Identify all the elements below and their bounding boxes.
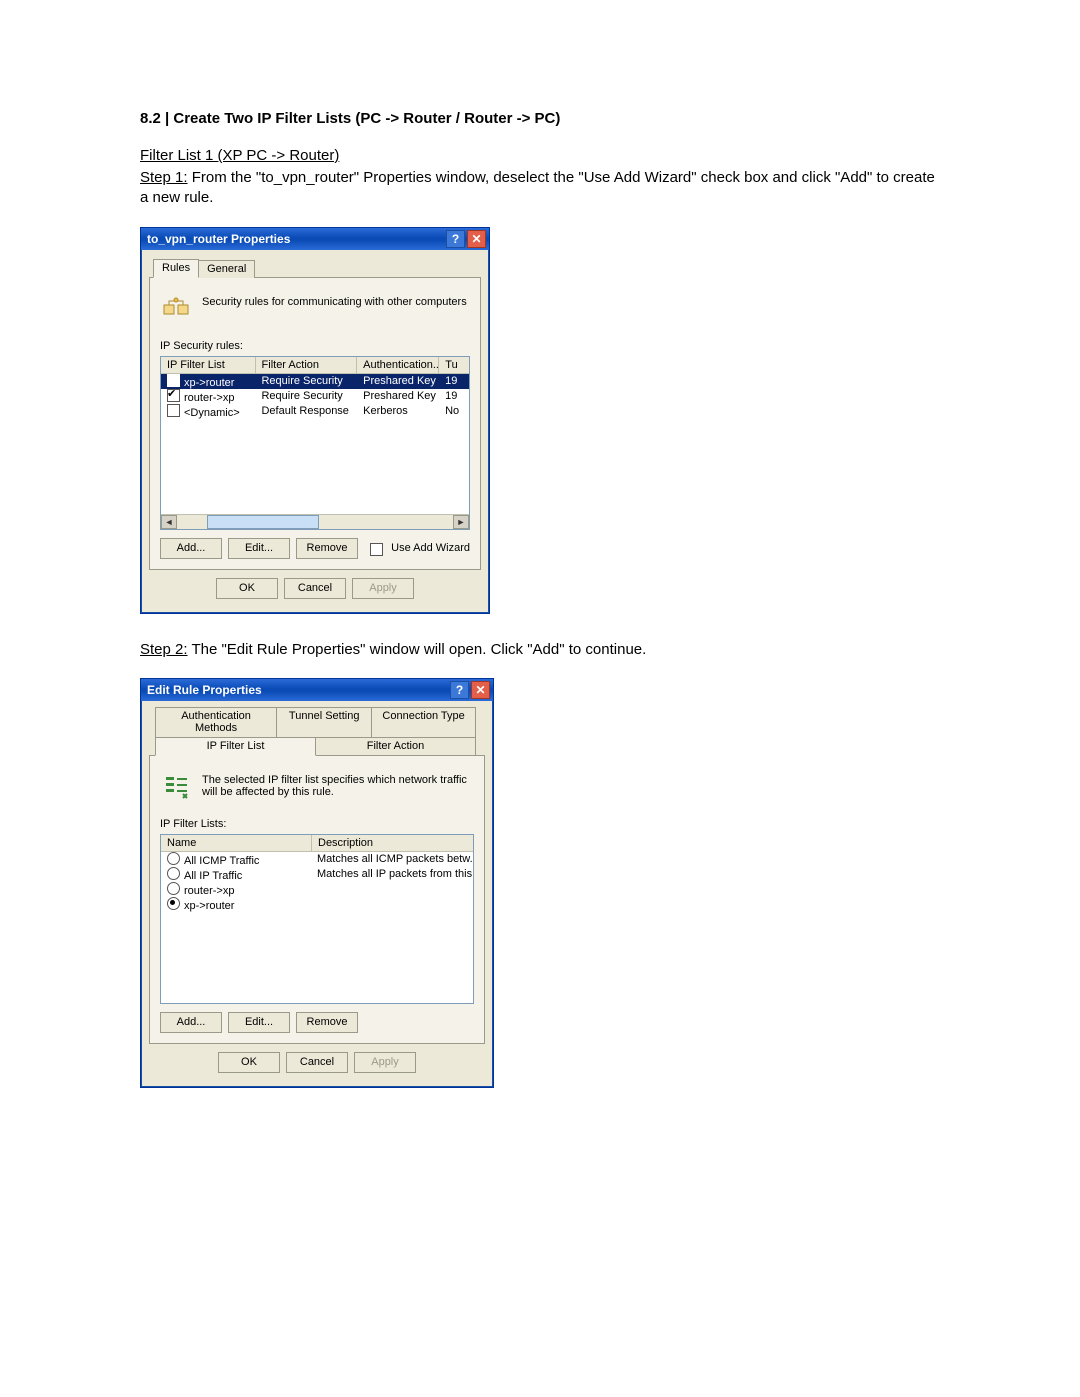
add-button[interactable]: Add...: [160, 1012, 222, 1033]
radio-icon[interactable]: [167, 882, 180, 895]
tab-rules[interactable]: Rules: [153, 259, 199, 278]
filter-lists-label: IP Filter Lists:: [160, 818, 474, 830]
col-name[interactable]: Name: [161, 835, 312, 851]
edit-button[interactable]: Edit...: [228, 538, 290, 559]
edit-button[interactable]: Edit...: [228, 1012, 290, 1033]
checkbox-icon[interactable]: [370, 543, 383, 556]
window-title: Edit Rule Properties: [147, 683, 262, 697]
help-icon[interactable]: ?: [446, 230, 465, 248]
use-add-wizard-checkbox[interactable]: Use Add Wizard: [370, 542, 470, 555]
section-heading: 8.2 | Create Two IP Filter Lists (PC -> …: [140, 110, 940, 127]
list-item[interactable]: All IP Traffic Matches all IP packets fr…: [161, 867, 473, 882]
col-description[interactable]: Description: [312, 835, 473, 851]
step2-text: The "Edit Rule Properties" window will o…: [188, 641, 647, 658]
tab-connection-type[interactable]: Connection Type: [371, 707, 476, 738]
table-row[interactable]: <Dynamic> Default Response Kerberos No: [161, 404, 469, 419]
step1-label: Step 1:: [140, 169, 188, 186]
tab-general[interactable]: General: [198, 260, 255, 278]
radio-icon[interactable]: [167, 852, 180, 865]
cancel-button[interactable]: Cancel: [286, 1052, 348, 1073]
filter-lists-listview[interactable]: Name Description All ICMP Traffic Matche…: [160, 834, 474, 1004]
filter-list-icon: [162, 774, 192, 802]
col-filterlist[interactable]: IP Filter List: [161, 357, 256, 373]
apply-button[interactable]: Apply: [354, 1052, 416, 1073]
remove-button[interactable]: Remove: [296, 1012, 358, 1033]
ok-button[interactable]: OK: [216, 578, 278, 599]
col-filteraction[interactable]: Filter Action: [256, 357, 358, 373]
col-auth[interactable]: Authentication...: [357, 357, 439, 373]
radio-icon[interactable]: [167, 897, 180, 910]
help-icon[interactable]: ?: [450, 681, 469, 699]
dialog-description: The selected IP filter list specifies wh…: [202, 774, 474, 798]
scroll-left-icon[interactable]: ◄: [161, 515, 177, 529]
rules-listview[interactable]: IP Filter List Filter Action Authenticat…: [160, 356, 470, 530]
table-row[interactable]: router->xp Require Security Preshared Ke…: [161, 389, 469, 404]
close-icon[interactable]: ✕: [467, 230, 486, 248]
table-row[interactable]: xp->router Require Security Preshared Ke…: [161, 374, 469, 389]
properties-dialog: to_vpn_router Properties ? ✕ Rules Gener…: [140, 227, 490, 614]
rules-label: IP Security rules:: [160, 340, 470, 352]
list-item[interactable]: xp->router: [161, 897, 473, 912]
add-button[interactable]: Add...: [160, 538, 222, 559]
titlebar[interactable]: to_vpn_router Properties ? ✕: [141, 228, 489, 250]
scroll-right-icon[interactable]: ►: [453, 515, 469, 529]
close-icon[interactable]: ✕: [471, 681, 490, 699]
radio-icon[interactable]: [167, 867, 180, 880]
checkbox-icon[interactable]: [167, 389, 180, 402]
step1-text: From the "to_vpn_router" Properties wind…: [140, 169, 935, 206]
remove-button[interactable]: Remove: [296, 538, 358, 559]
checkbox-icon[interactable]: [167, 374, 180, 387]
apply-button[interactable]: Apply: [352, 578, 414, 599]
edit-rule-dialog: Edit Rule Properties ? ✕ Authentication …: [140, 678, 494, 1088]
horizontal-scrollbar[interactable]: ◄ ►: [161, 514, 469, 529]
policy-icon: [162, 296, 192, 324]
col-tunnel[interactable]: Tu: [439, 357, 469, 373]
titlebar[interactable]: Edit Rule Properties ? ✕: [141, 679, 493, 701]
tab-auth-methods[interactable]: Authentication Methods: [155, 707, 277, 738]
scroll-thumb[interactable]: [207, 515, 319, 529]
step2-label: Step 2:: [140, 641, 188, 658]
tab-filter-action[interactable]: Filter Action: [315, 737, 476, 756]
dialog-description: Security rules for communicating with ot…: [202, 296, 467, 308]
ok-button[interactable]: OK: [218, 1052, 280, 1073]
tab-ip-filter-list[interactable]: IP Filter List: [155, 737, 316, 756]
window-title: to_vpn_router Properties: [147, 232, 290, 246]
list-item[interactable]: router->xp: [161, 882, 473, 897]
tab-tunnel-setting[interactable]: Tunnel Setting: [276, 707, 372, 738]
list-item[interactable]: All ICMP Traffic Matches all ICMP packet…: [161, 852, 473, 867]
cancel-button[interactable]: Cancel: [284, 578, 346, 599]
filter-list-subheading: Filter List 1 (XP PC -> Router): [140, 147, 339, 164]
checkbox-icon[interactable]: [167, 404, 180, 417]
